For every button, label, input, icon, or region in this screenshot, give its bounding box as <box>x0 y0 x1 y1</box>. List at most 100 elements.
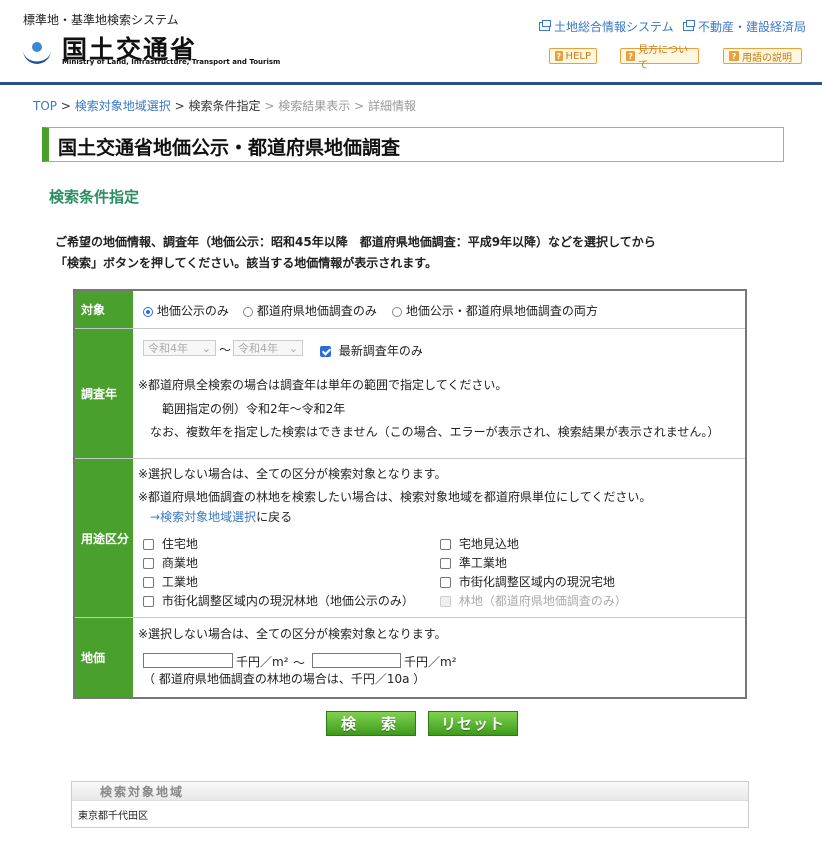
usage-header: 用途区分 <box>75 459 133 617</box>
year-header: 調査年 <box>75 329 133 458</box>
radio-unselected[interactable] <box>392 306 402 317</box>
year-from-select[interactable]: 令和4年 ⌄ <box>143 340 216 356</box>
row-divider <box>75 458 745 459</box>
search-region-value: 東京都千代田区 <box>78 811 148 822</box>
land-info-system-link[interactable]: 土地総合情報システム <box>539 18 674 35</box>
radio-unselected[interactable] <box>243 306 253 317</box>
target-option-both-label: 地価公示・都道府県地価調査の両方 <box>405 304 598 318</box>
breadcrumb-separator: > <box>354 99 365 113</box>
intro-line-1: ご希望の地価情報、調査年（地価公示：昭和45年以降 都道府県地価調査：平成9年以… <box>55 235 656 249</box>
usage-commercial[interactable]: 商業地 <box>143 554 198 571</box>
usage-commercial-label: 商業地 <box>161 556 198 570</box>
usage-forest-prefectural: 林地（都道府県地価調査のみ） <box>440 592 627 609</box>
checkbox-unchecked[interactable] <box>440 577 451 588</box>
year-to-value: 令和4年 <box>238 342 278 355</box>
usage-prospective-residential-label: 宅地見込地 <box>458 537 519 551</box>
target-option-public-label: 地価公示のみ <box>156 304 229 318</box>
usage-semi-industrial-label: 準工業地 <box>458 556 507 570</box>
real-estate-bureau-link-text[interactable]: 不動産・建設経済局 <box>698 18 806 35</box>
ministry-logo-icon <box>21 31 53 64</box>
row-divider <box>75 328 745 329</box>
year-note-3: なお、複数年を指定した検索はできません（この場合、エラーが表示され、検索結果が表… <box>150 425 720 439</box>
external-link-icon <box>683 20 695 31</box>
price-max-input[interactable] <box>312 653 401 668</box>
radio-selected[interactable] <box>143 306 153 317</box>
breadcrumb-details: 詳細情報 <box>367 99 416 113</box>
usage-forest-prefectural-label: 林地（都道府県地価調査のみ） <box>458 594 627 608</box>
real-estate-bureau-link[interactable]: 不動産・建設経済局 <box>683 18 806 35</box>
checkbox-checked[interactable] <box>320 346 331 357</box>
usage-controlled-residential-label: 市街化調整区域内の現況宅地 <box>458 575 615 589</box>
breadcrumb-results: 検索結果表示 <box>278 99 351 113</box>
chevron-down-icon: ⌄ <box>201 341 211 355</box>
breadcrumb-separator: > <box>264 99 275 113</box>
how-to-read-button-label: 見方について <box>638 45 689 71</box>
checkbox-disabled <box>440 596 451 607</box>
glossary-button[interactable]: ? 用語の説明 <box>723 48 802 64</box>
target-option-prefectural[interactable]: 都道府県地価調査のみ <box>243 302 377 319</box>
back-to-region-link[interactable]: 検索対象地域選択 <box>160 510 256 524</box>
external-link-icon <box>539 20 551 31</box>
checkbox-unchecked[interactable] <box>143 596 154 607</box>
usage-controlled-residential[interactable]: 市街化調整区域内の現況宅地 <box>440 573 615 590</box>
checkbox-unchecked[interactable] <box>440 539 451 550</box>
arrow-right-icon: → <box>150 510 161 524</box>
price-min-input[interactable] <box>143 653 233 668</box>
year-note-1: ※都道府県全検索の場合は調査年は単年の範囲で指定してください。 <box>138 378 508 392</box>
target-header: 対象 <box>75 291 133 328</box>
breadcrumb: TOP > 検索対象地域選択 > 検索条件指定 > 検索結果表示 > 詳細情報 <box>33 97 416 114</box>
breadcrumb-top-link[interactable]: TOP <box>33 99 57 113</box>
usage-prospective-residential[interactable]: 宅地見込地 <box>440 535 519 552</box>
checkbox-unchecked[interactable] <box>143 539 154 550</box>
section-title: 検索条件指定 <box>49 188 140 206</box>
back-suffix: に戻る <box>256 510 293 524</box>
usage-residential[interactable]: 住宅地 <box>143 535 198 552</box>
price-min-unit: 千円／m² <box>236 655 289 669</box>
checkbox-unchecked[interactable] <box>143 558 154 569</box>
usage-note-2: ※都道府県地価調査の林地を検索したい場合は、検索対象地域を都道府県単位にしてくだ… <box>138 490 652 504</box>
year-note-2: 範囲指定の例）令和2年～令和2年 <box>162 402 346 416</box>
usage-residential-label: 住宅地 <box>161 537 198 551</box>
price-max-unit: 千円／m² <box>404 655 457 669</box>
breadcrumb-region-select-link[interactable]: 検索対象地域選択 <box>75 99 171 113</box>
target-option-both[interactable]: 地価公示・都道府県地価調査の両方 <box>392 302 598 319</box>
system-name: 標準地・基準地検索システム <box>23 13 179 27</box>
page-title: 国土交通省地価公示・都道府県地価調査 <box>58 137 401 159</box>
help-button[interactable]: ? HELP <box>549 48 597 64</box>
breadcrumb-separator: > <box>174 99 185 113</box>
usage-industrial[interactable]: 工業地 <box>143 573 198 590</box>
usage-forest-public-label: 市街化調整区域内の現況林地（地価公示のみ） <box>161 594 414 608</box>
glossary-button-label: 用語の説明 <box>742 52 792 64</box>
question-icon: ? <box>729 51 739 61</box>
help-button-label: HELP <box>565 50 591 62</box>
intro-line-2: 「検索」ボタンを押してください。該当する地価情報が表示されます。 <box>55 256 438 270</box>
year-from-value: 令和4年 <box>148 342 188 355</box>
usage-semi-industrial[interactable]: 準工業地 <box>440 554 507 571</box>
question-icon: ? <box>555 51 563 61</box>
price-note: ※選択しない場合は、全ての区分が検索対象となります。 <box>138 627 447 641</box>
target-option-prefectural-label: 都道府県地価調査のみ <box>256 304 377 318</box>
ministry-name-en: Ministry of Land, Infrastructure, Transp… <box>62 58 281 66</box>
back-to-region-line: →検索対象地域選択に戻る <box>150 508 292 525</box>
checkbox-unchecked[interactable] <box>143 577 154 588</box>
latest-only-label: 最新調査年のみ <box>338 344 423 358</box>
year-range-separator: ～ <box>219 343 232 357</box>
year-to-select[interactable]: 令和4年 ⌄ <box>233 340 303 356</box>
latest-only-checkbox[interactable]: 最新調査年のみ <box>320 342 423 359</box>
search-region-title: 検索対象地域 <box>100 785 185 799</box>
how-to-read-button[interactable]: ? 見方について <box>620 45 699 71</box>
breadcrumb-current: 検索条件指定 <box>188 99 261 113</box>
search-button[interactable]: 検 索 <box>326 711 416 736</box>
land-info-system-link-text[interactable]: 土地総合情報システム <box>554 18 674 35</box>
reset-button[interactable]: リセット <box>428 711 518 736</box>
row-divider <box>75 617 745 618</box>
usage-forest-public[interactable]: 市街化調整区域内の現況林地（地価公示のみ） <box>143 592 414 609</box>
checkbox-unchecked[interactable] <box>440 558 451 569</box>
target-option-public[interactable]: 地価公示のみ <box>143 302 229 319</box>
chevron-down-icon: ⌄ <box>288 341 298 355</box>
usage-industrial-label: 工業地 <box>161 575 198 589</box>
price-header: 地価 <box>75 618 133 697</box>
breadcrumb-separator: > <box>60 99 71 113</box>
question-icon: ? <box>626 51 636 61</box>
usage-note-1: ※選択しない場合は、全ての区分が検索対象となります。 <box>138 467 447 481</box>
